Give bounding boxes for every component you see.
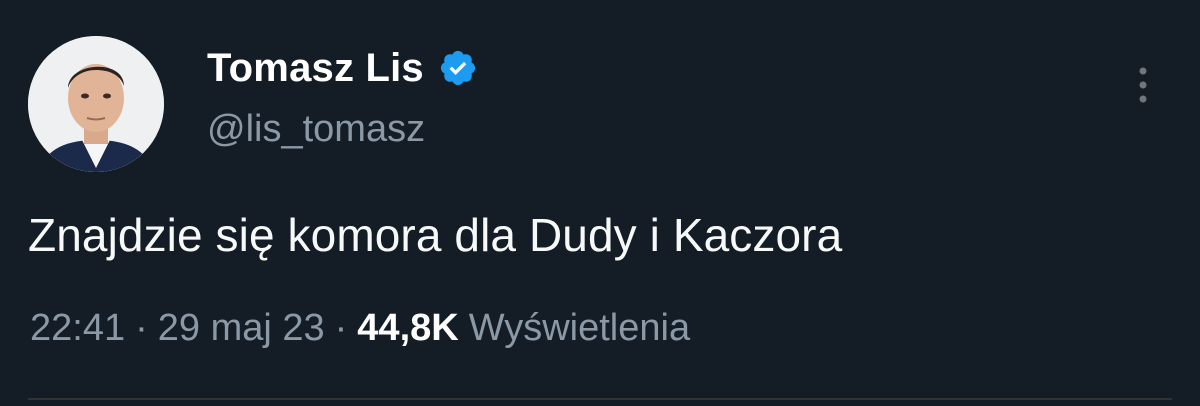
tweet-time[interactable]: 22:41 bbox=[30, 307, 125, 350]
author-name-row: Tomasz Lis bbox=[207, 42, 478, 94]
tweet-date[interactable]: 29 maj 23 bbox=[158, 307, 325, 350]
author-display-name[interactable]: Tomasz Lis bbox=[207, 46, 424, 91]
meta-separator: · bbox=[334, 307, 348, 349]
views-count[interactable]: 44,8K bbox=[357, 307, 458, 350]
tweet-meta: 22:41 · 29 maj 23 · 44,8K Wyświetlenia bbox=[30, 307, 690, 350]
meta-separator: · bbox=[135, 307, 148, 349]
tweet-text: Znajdzie się komora dla Dudy i Kaczora bbox=[28, 209, 843, 261]
views-label[interactable]: Wyświetlenia bbox=[469, 307, 690, 350]
divider bbox=[28, 398, 1172, 400]
avatar[interactable] bbox=[28, 36, 164, 172]
avatar-portrait-image bbox=[28, 36, 164, 172]
tweet-card: Tomasz Lis @lis_tomasz Znajdzie się komo… bbox=[0, 0, 1200, 406]
more-vertical-icon[interactable] bbox=[1128, 62, 1158, 112]
author-handle[interactable]: @lis_tomasz bbox=[207, 108, 425, 151]
verified-badge-icon bbox=[438, 48, 478, 88]
